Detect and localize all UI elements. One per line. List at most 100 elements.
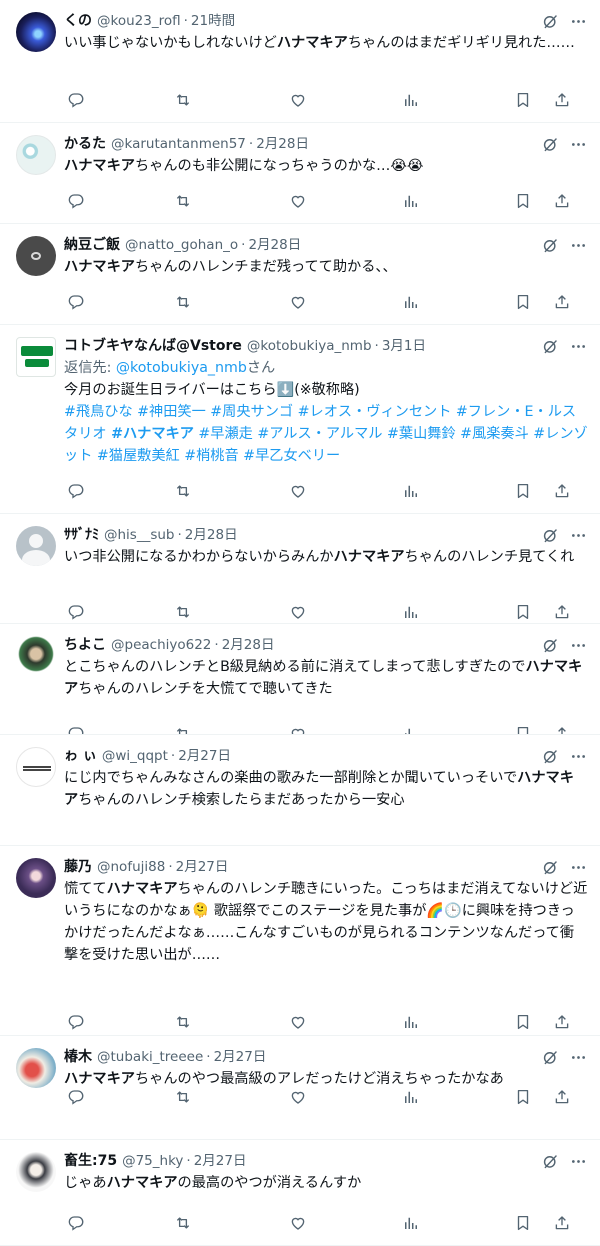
bookmark-button[interactable] (511, 1010, 535, 1034)
display-name[interactable]: 椿木 (64, 1046, 92, 1068)
more-button[interactable] (568, 11, 588, 31)
bookmark-button[interactable] (511, 290, 535, 314)
reply-button[interactable] (64, 88, 88, 112)
display-name[interactable]: かるた (64, 133, 106, 155)
share-button[interactable] (550, 189, 574, 213)
reply-button[interactable] (64, 722, 88, 735)
reply-button[interactable] (64, 290, 88, 314)
user-handle[interactable]: @75_hky (122, 1150, 183, 1172)
tweet[interactable]: 椿木 @tubaki_treeee · 2月27日 ハナマキアちゃんのやつ最高級のアレだ… (0, 1036, 600, 1140)
retweet-button[interactable] (171, 1010, 195, 1034)
like-button[interactable] (286, 1085, 310, 1109)
views-button[interactable] (399, 1010, 423, 1034)
timestamp[interactable]: 2月27日 (214, 1046, 267, 1068)
user-handle[interactable]: @wi_qqpt (102, 745, 168, 767)
tweet[interactable]: 納豆ご飯 @natto_gohan_o · 2月28日 ハナマキアちゃんのハレンチまだ残… (0, 224, 600, 325)
timestamp[interactable]: 2月27日 (176, 856, 229, 878)
grok-button[interactable] (540, 11, 560, 31)
views-button[interactable] (399, 88, 423, 112)
retweet-button[interactable] (171, 722, 195, 735)
bookmark-button[interactable] (511, 189, 535, 213)
more-button[interactable] (568, 1151, 588, 1171)
timestamp[interactable]: 21時間 (191, 10, 235, 32)
more-button[interactable] (568, 134, 588, 154)
avatar[interactable] (16, 12, 56, 52)
display-name[interactable]: くの (64, 10, 92, 32)
hashtag[interactable]: #ハナマキア (111, 426, 194, 442)
reply-button[interactable] (64, 189, 88, 213)
bookmark-button[interactable] (511, 88, 535, 112)
like-button[interactable] (286, 722, 310, 735)
retweet-button[interactable] (171, 189, 195, 213)
user-handle[interactable]: @kotobukiya_nmb (247, 335, 372, 357)
tweet[interactable]: 藤乃 @nofuji88 · 2月27日 慌ててハナマキアちゃんのハレンチ聴きにいった。… (0, 846, 600, 1036)
display-name[interactable]: ゎ ぃ (64, 745, 97, 767)
avatar[interactable] (16, 526, 56, 566)
views-button[interactable] (399, 1211, 423, 1235)
share-button[interactable] (550, 88, 574, 112)
like-button[interactable] (286, 88, 310, 112)
timestamp[interactable]: 2月28日 (222, 634, 275, 656)
like-button[interactable] (286, 290, 310, 314)
retweet-button[interactable] (171, 1085, 195, 1109)
bookmark-button[interactable] (511, 1085, 535, 1109)
reply-button[interactable] (64, 479, 88, 503)
views-button[interactable] (399, 290, 423, 314)
reply-button[interactable] (64, 1211, 88, 1235)
avatar[interactable] (16, 636, 56, 676)
display-name[interactable]: 藤乃 (64, 856, 92, 878)
retweet-button[interactable] (171, 290, 195, 314)
more-button[interactable] (568, 857, 588, 877)
timestamp[interactable]: 2月28日 (248, 234, 301, 256)
display-name[interactable]: コトブキヤなんば@Vstore (64, 335, 242, 357)
user-handle[interactable]: @kou23_rofl (97, 10, 181, 32)
bookmark-button[interactable] (511, 600, 535, 624)
views-button[interactable] (399, 600, 423, 624)
reply-button[interactable] (64, 1010, 88, 1034)
avatar[interactable] (16, 135, 56, 175)
bookmark-button[interactable] (511, 722, 535, 735)
avatar[interactable] (16, 236, 56, 276)
views-button[interactable] (399, 722, 423, 735)
user-handle[interactable]: @nofuji88 (97, 856, 165, 878)
like-button[interactable] (286, 479, 310, 503)
share-button[interactable] (550, 1211, 574, 1235)
tweet[interactable]: ｻｻﾞﾅﾐ @his__sub · 2月28日 いつ非公開になるかわからないからみんかハ… (0, 514, 600, 624)
timestamp[interactable]: 2月27日 (178, 745, 231, 767)
tweet[interactable]: コトブキヤなんば@Vstore @kotobukiya_nmb · 3月1日 返信先: … (0, 325, 600, 514)
user-handle[interactable]: @karutantanmen57 (111, 133, 246, 155)
like-button[interactable] (286, 189, 310, 213)
share-button[interactable] (550, 1010, 574, 1034)
user-handle[interactable]: @his__sub (104, 524, 175, 546)
avatar[interactable] (16, 747, 56, 787)
more-button[interactable] (568, 746, 588, 766)
grok-button[interactable] (540, 1047, 560, 1067)
avatar[interactable] (16, 337, 56, 377)
grok-button[interactable] (540, 134, 560, 154)
grok-button[interactable] (540, 525, 560, 545)
bookmark-button[interactable] (511, 1211, 535, 1235)
display-name[interactable]: ｻｻﾞﾅﾐ (64, 524, 99, 546)
timestamp[interactable]: 2月27日 (194, 1150, 247, 1172)
tweet[interactable]: ゎ ぃ @wi_qqpt · 2月27日 にじ内でちゃんみなさんの楽曲の歌みた一部削除と… (0, 735, 600, 846)
like-button[interactable] (286, 1010, 310, 1034)
like-button[interactable] (286, 600, 310, 624)
tweet[interactable]: かるた @karutantanmen57 · 2月28日 ハナマキアちゃんのも非公開にな… (0, 123, 600, 224)
share-button[interactable] (550, 479, 574, 503)
bookmark-button[interactable] (511, 479, 535, 503)
more-button[interactable] (568, 635, 588, 655)
share-button[interactable] (550, 290, 574, 314)
retweet-button[interactable] (171, 1211, 195, 1235)
display-name[interactable]: 畜生:75 (64, 1150, 117, 1172)
reply-button[interactable] (64, 1085, 88, 1109)
like-button[interactable] (286, 1211, 310, 1235)
tweet[interactable]: ちよこ @peachiyo622 · 2月28日 とこちゃんのハレンチとB級見納める前に… (0, 624, 600, 735)
retweet-button[interactable] (171, 88, 195, 112)
timestamp[interactable]: 3月1日 (382, 335, 426, 357)
tweet[interactable]: くの @kou23_rofl · 21時間 いい事じゃないかもしれないけどハナマキアちゃ… (0, 0, 600, 123)
grok-button[interactable] (540, 235, 560, 255)
avatar[interactable] (16, 858, 56, 898)
avatar[interactable] (16, 1048, 56, 1088)
timestamp[interactable]: 2月28日 (185, 524, 238, 546)
tweet[interactable]: 畜生:75 @75_hky · 2月27日 じゃあハナマキアの最高のやつが消えるんすか (0, 1140, 600, 1246)
